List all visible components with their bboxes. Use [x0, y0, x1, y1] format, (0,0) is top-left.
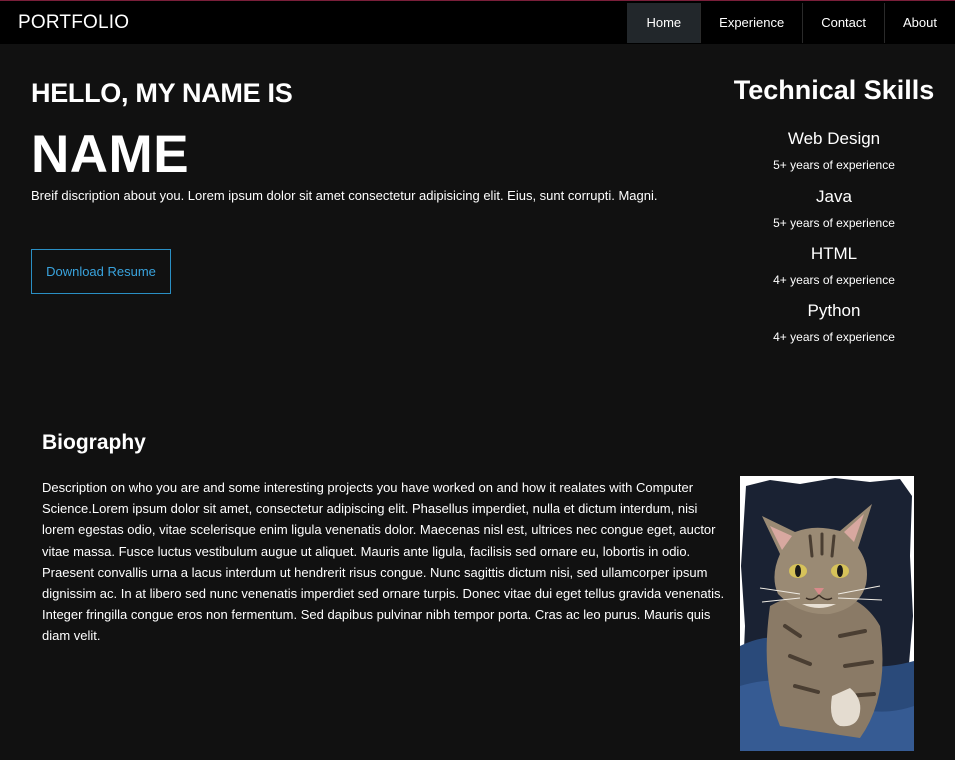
- navbar: PORTFOLIO Home Experience Contact About: [0, 0, 955, 44]
- skill-experience: 5+ years of experience: [773, 216, 895, 230]
- skill-experience: 4+ years of experience: [773, 330, 895, 344]
- skill-name: HTML: [810, 244, 858, 263]
- skill-item-web-design: Web Design 5+ years of experience: [714, 129, 954, 172]
- skill-experience: 5+ years of experience: [773, 158, 895, 172]
- skill-item-html: HTML 4+ years of experience: [714, 244, 954, 287]
- skills-title: Technical Skills: [733, 75, 935, 105]
- greeting-heading: HELLO, MY NAME IS: [31, 78, 293, 108]
- download-resume-button[interactable]: Download Resume: [31, 249, 171, 294]
- skill-name: Web Design: [787, 129, 881, 148]
- name-heading: NAME: [31, 125, 190, 184]
- nav-about-link[interactable]: About: [884, 3, 955, 43]
- brand-logo[interactable]: PORTFOLIO: [18, 12, 129, 34]
- cat-portrait-image: [740, 476, 914, 751]
- nav-links: Home Experience Contact About: [627, 3, 955, 43]
- brief-description: Breif discription about you. Lorem ipsum…: [31, 188, 658, 203]
- nav-home-link[interactable]: Home: [627, 3, 701, 43]
- skill-name: Java: [816, 187, 852, 206]
- skill-experience: 4+ years of experience: [773, 273, 895, 287]
- skill-item-java: Java 5+ years of experience: [714, 187, 954, 230]
- nav-contact-link[interactable]: Contact: [802, 3, 884, 43]
- skill-name: Python: [807, 301, 861, 320]
- biography-text: Description on who you are and some inte…: [42, 480, 725, 644]
- skill-item-python: Python 4+ years of experience: [714, 301, 954, 344]
- biography-title: Biography: [42, 431, 146, 454]
- nav-experience-link[interactable]: Experience: [700, 3, 802, 43]
